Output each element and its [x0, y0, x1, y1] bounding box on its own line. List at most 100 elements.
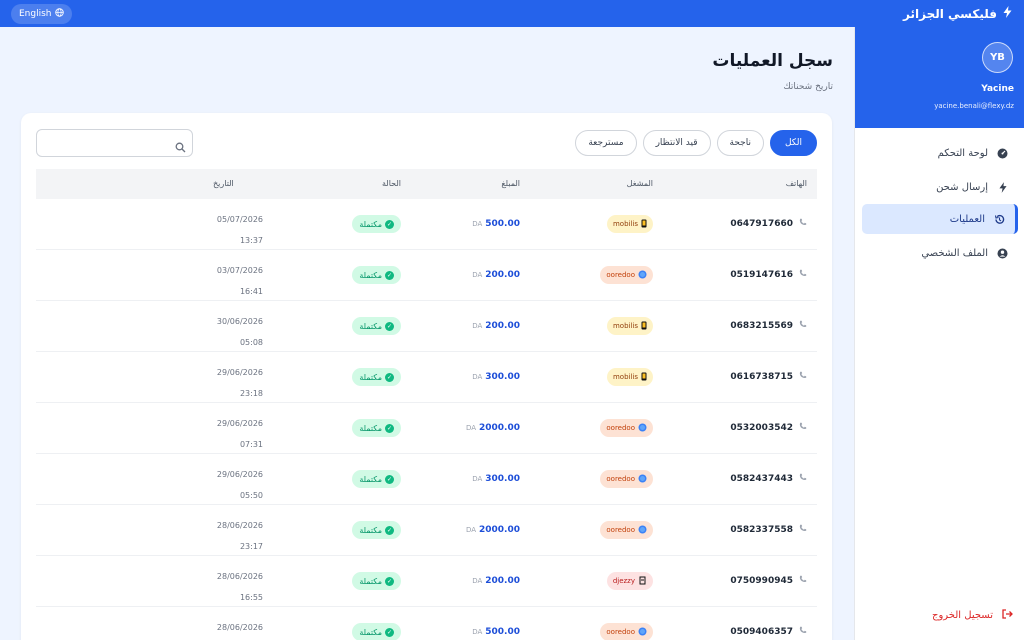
phone-number: 0683215569 [730, 320, 793, 331]
logout-icon [1002, 609, 1013, 622]
mobilis-icon [641, 321, 647, 332]
status-badge: مكتملة ✓ [352, 572, 401, 590]
table-row[interactable]: 0509406357 ooredoo DA 500.00 مكتملة ✓ 28/06/20… [36, 607, 817, 640]
operator-name: mobilis [612, 322, 638, 330]
header-status: الحالة [382, 179, 401, 188]
phone-cell: 0582437443 [730, 473, 807, 484]
phone-number: 0647917660 [730, 218, 793, 229]
status-badge: مكتملة ✓ [352, 368, 401, 386]
check-icon: ✓ [385, 372, 394, 382]
phone-cell: 0616738715 [730, 371, 807, 382]
operator-name: mobilis [612, 373, 638, 381]
date-value: 30/06/2026 [216, 317, 263, 326]
table-row[interactable]: 0683215569 mobilis DA 200.00 مكتملة ✓ 30/06/20… [36, 301, 817, 352]
check-icon: ✓ [385, 525, 394, 535]
table-row[interactable]: 0532003542 ooredoo DA 2000.00 مكتملة ✓ 29/06/2… [36, 403, 817, 454]
status-badge: مكتملة ✓ [352, 419, 401, 437]
filter-pending[interactable]: قيد الانتظار [642, 130, 711, 156]
filter-tabs: الكل ناجحة قيد الانتظار مسترجعة [575, 130, 817, 156]
amount-cell: DA 2000.00 [466, 525, 520, 535]
table-row[interactable]: 0616738715 mobilis DA 300.00 مكتملة ✓ 29/06/20… [36, 352, 817, 403]
avatar: YB [982, 42, 1013, 73]
top-bar: English فليكسي الجزائر [0, 0, 1024, 27]
table-row[interactable]: 0750990945 djezzy DA 200.00 مكتملة ✓ 28/06/202… [36, 556, 817, 607]
sidebar-item-dashboard[interactable]: لوحة التحكم [862, 138, 1018, 168]
user-email: yacine.benali@flexy.dz [934, 102, 1014, 110]
check-icon: ✓ [385, 423, 394, 433]
amount-cell: DA 2000.00 [466, 423, 520, 433]
sidebar-item-label: العمليات [949, 213, 985, 225]
phone-cell: 0683215569 [730, 320, 807, 331]
amount-cell: DA 300.00 [472, 372, 520, 382]
operator-name: ooredoo [606, 526, 635, 534]
phone-icon [799, 320, 807, 331]
status-label: مكتملة [359, 474, 382, 484]
header-date: التاريخ [213, 179, 234, 188]
page-subtitle: تاريخ شحناتك [783, 82, 833, 92]
phone-number: 0750990945 [730, 575, 793, 586]
ooredoo-icon [638, 474, 647, 485]
operator-badge: ooredoo [600, 521, 653, 539]
phone-cell: 0509406357 [730, 626, 807, 637]
bolt-icon [997, 181, 1008, 193]
phone-cell: 0582337558 [730, 524, 807, 535]
date-cell: 29/06/2026 05:50 [203, 464, 263, 506]
logout-button[interactable]: تسجيل الخروج [932, 609, 1013, 622]
amount-cell: DA 300.00 [472, 474, 520, 484]
sidebar-item-transactions[interactable]: العمليات [862, 204, 1018, 234]
currency: DA [472, 271, 483, 279]
header-amount: المبلغ [501, 179, 520, 188]
mobilis-icon [641, 372, 647, 383]
amount-value: 200.00 [485, 321, 520, 331]
status-label: مكتملة [359, 627, 382, 637]
amount-cell: DA 200.00 [472, 270, 520, 280]
ooredoo-icon [638, 270, 647, 281]
filter-success[interactable]: ناجحة [716, 130, 764, 156]
operator-badge: djezzy [606, 572, 653, 590]
transactions-card: الكل ناجحة قيد الانتظار مسترجعة الهاتف ا… [21, 113, 832, 640]
phone-icon [799, 473, 807, 484]
operator-name: ooredoo [606, 424, 635, 432]
status-label: مكتملة [359, 321, 382, 331]
currency: DA [472, 628, 483, 636]
operator-badge: ooredoo [600, 266, 653, 284]
table-row[interactable]: 0582437443 ooredoo DA 300.00 مكتملة ✓ 29/06/20… [36, 454, 817, 505]
table-row[interactable]: 0582337558 ooredoo DA 2000.00 مكتملة ✓ 28/06/2… [36, 505, 817, 556]
language-label: English [19, 9, 52, 19]
table-header: الهاتف المشغل المبلغ الحالة التاريخ [36, 169, 817, 199]
phone-icon [799, 218, 807, 229]
operator-badge: mobilis [606, 317, 653, 335]
header-operator: المشغل [626, 179, 653, 188]
filter-refunded[interactable]: مسترجعة [575, 130, 637, 156]
brand-name: فليكسي الجزائر [903, 6, 997, 21]
sidebar: YB Yacine yacine.benali@flexy.dz لوحة ال… [854, 27, 1024, 640]
sidebar-item-send[interactable]: إرسال شحن [862, 172, 1018, 202]
phone-icon [799, 422, 807, 433]
date-value: 29/06/2026 [216, 368, 263, 377]
time-value: 16:55 [239, 593, 263, 602]
operator-badge: ooredoo [600, 623, 653, 640]
time-value: 05:50 [239, 491, 263, 500]
filter-all[interactable]: الكل [769, 130, 817, 156]
phone-number: 0532003542 [730, 422, 793, 433]
search-input[interactable] [37, 130, 192, 156]
status-badge: مكتملة ✓ [352, 470, 401, 488]
mobilis-icon [641, 219, 647, 230]
currency: DA [465, 526, 476, 534]
time-value: 16:41 [239, 287, 263, 296]
phone-icon [799, 371, 807, 382]
date-cell: 29/06/2026 23:18 [203, 362, 263, 404]
operator-badge: ooredoo [600, 470, 653, 488]
language-button[interactable]: English [11, 4, 72, 24]
phone-cell: 0532003542 [730, 422, 807, 433]
table-row[interactable]: 0647917660 mobilis DA 500.00 مكتملة ✓ 05/07/20… [36, 199, 817, 250]
currency: DA [472, 475, 483, 483]
sidebar-item-profile[interactable]: الملف الشخصي [862, 238, 1018, 268]
operator-name: ooredoo [606, 628, 635, 636]
phone-icon [799, 626, 807, 637]
brand[interactable]: فليكسي الجزائر [903, 0, 1012, 27]
table-row[interactable]: 0519147616 ooredoo DA 200.00 مكتملة ✓ 03/07/20… [36, 250, 817, 301]
date-value: 28/06/2026 [216, 572, 263, 581]
status-label: مكتملة [359, 372, 382, 382]
currency: DA [472, 373, 483, 381]
